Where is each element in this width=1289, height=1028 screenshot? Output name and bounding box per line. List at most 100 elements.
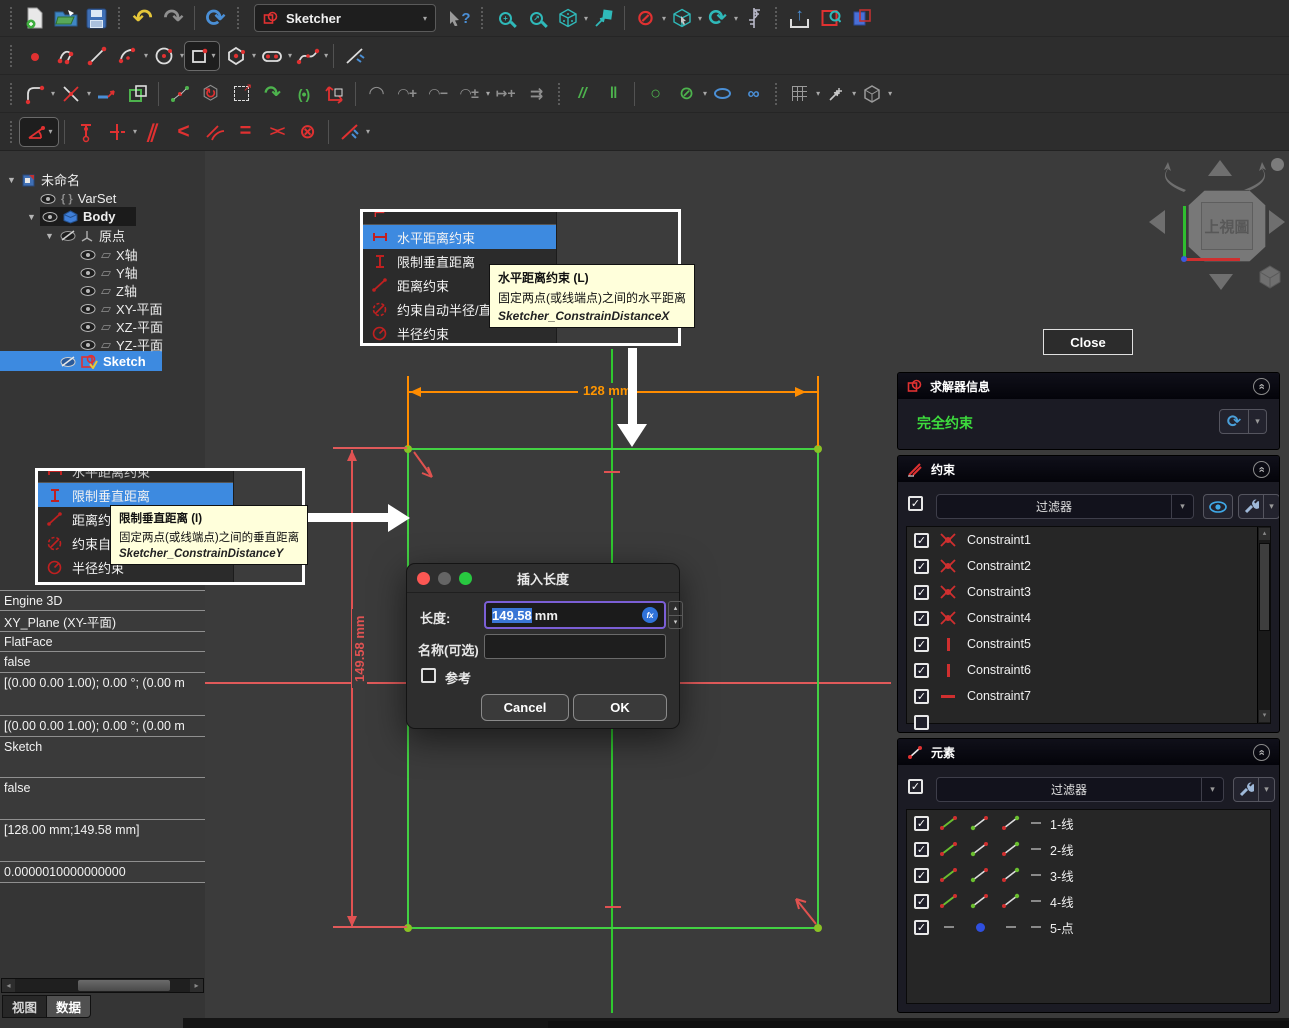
element-row[interactable]: ✓3-线: [907, 862, 1270, 888]
sketch-vertex[interactable]: [814, 445, 822, 453]
constraint-checkbox[interactable]: ✓: [914, 559, 929, 574]
tree-item-x-axis[interactable]: ▱X轴: [80, 245, 138, 264]
toolbar-drag-handle[interactable]: [774, 82, 779, 106]
rotate-polygon-icon[interactable]: ⬡↻: [195, 79, 226, 109]
tree-item-document[interactable]: ▼未命名: [6, 170, 80, 189]
mini-cube-icon[interactable]: [1257, 264, 1283, 290]
tree-item-sketch[interactable]: Sketch: [60, 352, 146, 371]
save-icon[interactable]: [81, 3, 112, 33]
toolbar-drag-handle[interactable]: [774, 6, 779, 30]
nav-right-icon[interactable]: [1269, 210, 1285, 234]
chevron-down-icon[interactable]: ▾: [1249, 409, 1267, 434]
filter-checkbox[interactable]: ✓: [908, 496, 923, 511]
create-point-icon[interactable]: [19, 41, 50, 71]
nav-up-icon[interactable]: [1208, 160, 1232, 176]
scrollbar-thumb[interactable]: [1259, 543, 1270, 631]
property-value[interactable]: [128.00 mm;149.58 mm]: [0, 819, 205, 840]
periodic-bspline-icon[interactable]: ○: [640, 79, 671, 109]
element-row[interactable]: ✓2-线: [907, 836, 1270, 862]
menu-item-vertical-distance[interactable]: 限制垂直距离: [38, 483, 233, 507]
create-rectangle-icon[interactable]: ▾: [184, 41, 220, 71]
create-bspline-icon[interactable]: [292, 41, 323, 71]
element-checkbox[interactable]: ✓: [914, 920, 929, 935]
whats-this-icon[interactable]: ?: [444, 3, 475, 33]
expander-icon[interactable]: ▼: [6, 175, 17, 185]
nav-left-icon[interactable]: [1149, 210, 1165, 234]
external-geometry-icon[interactable]: [122, 79, 153, 109]
chevron-down-icon[interactable]: ▾: [1259, 777, 1275, 802]
length-input[interactable]: 149.58 mm fx: [484, 601, 666, 629]
zoom-to-box-icon[interactable]: [588, 3, 619, 33]
close-button[interactable]: Close: [1043, 329, 1133, 355]
menu-item-horizontal-distance[interactable]: 水平距离约束: [363, 225, 556, 249]
spin-up-icon[interactable]: ▴: [669, 602, 682, 616]
new-document-icon[interactable]: [19, 3, 50, 33]
bspline-increase-degree-icon[interactable]: ◠+: [392, 79, 423, 109]
cancel-button[interactable]: Cancel: [481, 694, 569, 721]
toolbar-drag-handle[interactable]: [480, 6, 485, 30]
constraint-checkbox[interactable]: ✓: [914, 533, 929, 548]
toolbar-drag-handle[interactable]: [9, 44, 14, 68]
sketch-edge-right[interactable]: [817, 448, 819, 929]
constraint-checkbox[interactable]: ✓: [914, 611, 929, 626]
expander-icon[interactable]: ▼: [26, 212, 37, 222]
carbon-copy-icon[interactable]: ⊘: [671, 79, 702, 109]
export-icon[interactable]: ↑: [784, 3, 815, 33]
fillet-icon[interactable]: [19, 79, 50, 109]
chevron-down-icon[interactable]: ▾: [324, 51, 328, 60]
vertical-distance-icon[interactable]: [70, 117, 101, 147]
extend-icon[interactable]: [91, 79, 122, 109]
toolbar-drag-handle[interactable]: [557, 82, 562, 106]
refresh-icon[interactable]: ⟳: [200, 3, 231, 33]
zoom-traffic-light[interactable]: [459, 572, 472, 585]
solver-update-button[interactable]: ⟳ ▾: [1219, 409, 1267, 434]
toolbar-drag-handle[interactable]: [9, 82, 14, 106]
workbench-selector[interactable]: Sketcher ▾: [254, 4, 436, 32]
ellipse-icon[interactable]: [707, 79, 738, 109]
toolbar-drag-handle[interactable]: [9, 120, 14, 144]
constraint-checkbox[interactable]: [914, 715, 929, 730]
element-checkbox[interactable]: ✓: [914, 816, 929, 831]
expression-fx-icon[interactable]: fx: [642, 607, 658, 623]
show-constraints-button[interactable]: [1203, 494, 1233, 519]
zoom-selection-icon[interactable]: ↗: [521, 3, 552, 33]
constraint-row[interactable]: ✓Constraint2: [907, 553, 1270, 579]
element-checkbox[interactable]: ✓: [914, 868, 929, 883]
chevron-down-icon[interactable]: ▾: [888, 89, 892, 98]
constraint-checkbox[interactable]: ✓: [914, 689, 929, 704]
lock-constraint-icon[interactable]: [334, 117, 365, 147]
solver-refresh-icon[interactable]: ⟳: [1219, 409, 1249, 434]
create-polygon-icon[interactable]: [220, 41, 251, 71]
tree-item-xy-plane[interactable]: ▱XY-平面: [80, 299, 162, 318]
close-traffic-light[interactable]: [417, 572, 430, 585]
navcube-face-label[interactable]: 上視圖: [1201, 202, 1253, 250]
sketch-view-section-icon[interactable]: [815, 3, 846, 33]
property-value[interactable]: Sketch: [0, 736, 205, 757]
constraint-row[interactable]: ✓Constraint1: [907, 527, 1270, 553]
spin-down-icon[interactable]: ▾: [669, 616, 682, 629]
bspline-degree-icon[interactable]: ◠: [361, 79, 392, 109]
grid-toggle-icon[interactable]: [784, 79, 815, 109]
scroll-left-icon[interactable]: ◂: [2, 979, 15, 992]
cube-select-icon[interactable]: [666, 3, 697, 33]
property-value[interactable]: [(0.00 0.00 1.00); 0.00 °; (0.00 m: [0, 672, 205, 693]
bspline-multiplicity-icon[interactable]: ◠±: [454, 79, 485, 109]
property-value[interactable]: XY_Plane (XY-平面): [0, 610, 205, 631]
join-curves-icon[interactable]: [164, 79, 195, 109]
elements-settings-button[interactable]: ▾: [1233, 777, 1275, 802]
property-value[interactable]: false: [0, 777, 205, 798]
symmetry-icon[interactable]: (•): [288, 79, 319, 109]
select-elements-icon[interactable]: ↗: [226, 79, 257, 109]
scroll-up-icon[interactable]: ▴: [1259, 528, 1270, 540]
create-polyline-icon[interactable]: [50, 41, 81, 71]
vertical-scrollbar[interactable]: ▴ ▾: [1257, 527, 1270, 723]
nav-circle-icon[interactable]: [1271, 158, 1284, 171]
property-value[interactable]: Engine 3D: [0, 590, 205, 610]
chevron-down-icon[interactable]: ▾: [366, 127, 370, 136]
parallel-constraint-icon[interactable]: ∥: [132, 117, 173, 147]
bspline-decrease-degree-icon[interactable]: ◠−: [423, 79, 454, 109]
create-slot-icon[interactable]: [256, 41, 287, 71]
tree-item-y-axis[interactable]: ▱Y轴: [80, 263, 138, 282]
zoom-fit-icon[interactable]: +: [490, 3, 521, 33]
tree-item-xz-plane[interactable]: ▱XZ-平面: [80, 317, 163, 336]
